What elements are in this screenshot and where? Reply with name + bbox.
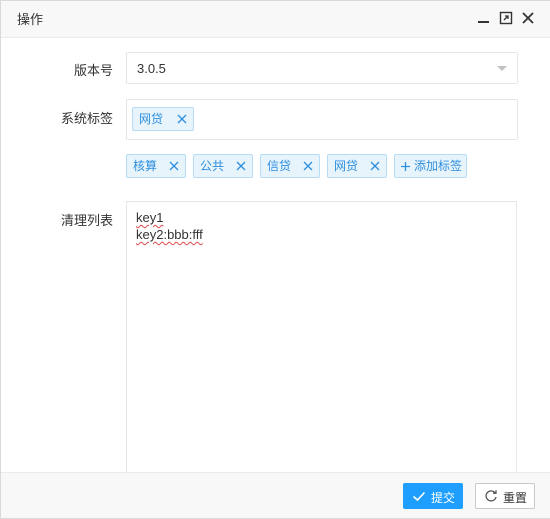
add-tag-button[interactable]: 添加标签 [394, 154, 467, 178]
maximize-icon[interactable] [499, 11, 513, 25]
close-icon[interactable] [521, 11, 535, 25]
reset-button[interactable]: 重置 [475, 483, 535, 509]
system-tags-field[interactable]: 网贷 [126, 99, 518, 140]
clear-list-textarea[interactable]: key1 key2:bbb:fff [126, 201, 517, 501]
dialog-title: 操作 [17, 12, 44, 27]
version-select[interactable]: 3.0.5 [126, 52, 518, 84]
available-tag[interactable]: 网贷 [327, 154, 387, 178]
reset-label: 重置 [503, 491, 528, 505]
tag-label: 网贷 [139, 112, 164, 126]
dialog-titlebar: 操作 [1, 1, 550, 38]
system-tags-label: 系统标签 [60, 111, 113, 126]
tag-label: 信贷 [267, 159, 292, 173]
dialog-footer: 提交 重置 [1, 472, 550, 518]
dialog: 操作 版本号 3.0.5 系统标签 网贷 核算 公共 信贷 网贷 添加标签 清理… [0, 0, 550, 519]
version-label: 版本号 [73, 63, 113, 78]
submit-button[interactable]: 提交 [403, 483, 463, 509]
plus-icon [401, 162, 410, 171]
available-tag[interactable]: 信贷 [260, 154, 320, 178]
tag-label: 公共 [200, 159, 225, 173]
minimize-icon[interactable] [477, 11, 491, 25]
refresh-icon [485, 490, 497, 502]
check-icon [412, 491, 426, 502]
text-line: key1 [136, 210, 164, 225]
text-line: key2:bbb:fff [136, 227, 203, 242]
close-icon[interactable] [370, 161, 380, 171]
add-tag-label: 添加标签 [414, 159, 463, 173]
selected-tag: 网贷 [132, 107, 194, 131]
close-icon[interactable] [303, 161, 313, 171]
close-icon[interactable] [177, 114, 187, 124]
tag-label: 核算 [133, 159, 158, 173]
chevron-down-icon [497, 66, 507, 71]
close-icon[interactable] [169, 161, 179, 171]
tag-label: 网贷 [334, 159, 359, 173]
available-tag[interactable]: 核算 [126, 154, 186, 178]
version-select-value: 3.0.5 [137, 61, 166, 76]
submit-label: 提交 [431, 491, 456, 505]
clear-list-label: 清理列表 [60, 213, 113, 228]
available-tag[interactable]: 公共 [193, 154, 253, 178]
close-icon[interactable] [236, 161, 246, 171]
